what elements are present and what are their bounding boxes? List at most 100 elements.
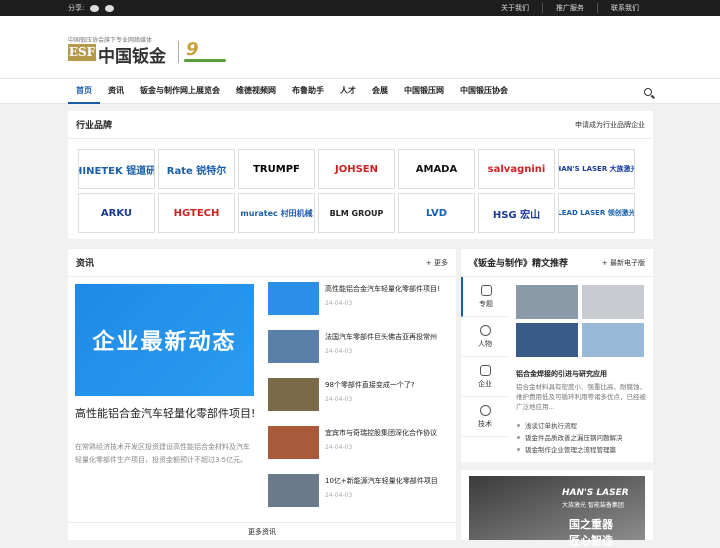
brands-apply-link[interactable]: 申请成为行业品牌企业 bbox=[575, 120, 645, 130]
list-item[interactable]: 98个零部件直接变成一个了? 24-04-03 bbox=[268, 378, 451, 426]
nav-talent[interactable]: 人才 bbox=[332, 78, 364, 104]
latest-edition-link[interactable]: + 最新电子版 bbox=[602, 258, 645, 268]
news-item-date: 24-04-03 bbox=[325, 348, 353, 355]
list-item[interactable]: 宜宾市与奇瑞控股集团深化合作协议 24-04-03 bbox=[268, 426, 451, 474]
brand-logo[interactable]: HAN'S LASER 大族激光 bbox=[558, 149, 635, 189]
list-item[interactable]: 钣金制作企业管理之流程管理篇 bbox=[516, 444, 623, 456]
nav-home[interactable]: 首页 bbox=[68, 78, 100, 104]
about-link[interactable]: 关于我们 bbox=[488, 3, 542, 13]
more-news-link[interactable]: 更多资讯 bbox=[68, 522, 456, 540]
news-item-date: 24-04-03 bbox=[325, 444, 353, 451]
brand-logo[interactable]: HSG 宏山 bbox=[478, 193, 555, 233]
news-thumbnail[interactable] bbox=[268, 378, 319, 411]
magazine-images bbox=[516, 285, 646, 357]
brand-logo[interactable]: SHINETEK 锃道研磨 bbox=[78, 149, 155, 189]
article-list: 浅谈订单执行流程 钣金件品质改善之漏压钢问题解决 钣金制作企业管理之流程管理篇 bbox=[516, 420, 623, 456]
person-icon bbox=[479, 324, 491, 336]
brand-logo[interactable]: HGTECH bbox=[158, 193, 235, 233]
news-thumbnail[interactable] bbox=[268, 426, 319, 459]
news-item-title[interactable]: 宜宾市与奇瑞控股集团深化合作协议 bbox=[325, 428, 437, 438]
wechat-icon[interactable] bbox=[90, 4, 100, 12]
ad-banner[interactable]: HAN'S LASER 大族激光 智能装备集团 国之重器 匠心智造 bbox=[461, 470, 653, 547]
nav-helper[interactable]: 布鲁助手 bbox=[284, 78, 332, 104]
nav-forging-net[interactable]: 中国锻压网 bbox=[396, 78, 452, 104]
tab-label: 专题 bbox=[479, 299, 493, 308]
ad-slogan-1: 国之重器 bbox=[569, 518, 613, 531]
brands-title: 行业品牌 bbox=[76, 121, 113, 131]
promo-link[interactable]: 推广服务 bbox=[542, 3, 597, 13]
nav-video[interactable]: 维德视频网 bbox=[228, 78, 284, 104]
thumbs-up-icon bbox=[479, 364, 491, 376]
brands-panel: 行业品牌 申请成为行业品牌企业 SHINETEK 锃道研磨 Rate 锐特尔 T… bbox=[68, 111, 653, 239]
nav-expo[interactable]: 钣金与制作网上展览会 bbox=[132, 78, 228, 104]
news-item-date: 24-04-03 bbox=[325, 492, 353, 499]
news-panel: 资讯 + 更多 企业最新动态 高性能铝合金汽车轻量化零部件项目! 在常熟经济技术… bbox=[68, 249, 456, 540]
magazine-header: 《钣金与制作》精文推荐 + 最新电子版 bbox=[461, 249, 653, 277]
bus-image[interactable] bbox=[582, 285, 644, 319]
news-list: 高性能铝合金汽车轻量化零部件项目! 24-04-03 法国汽车零部件巨头佛吉亚再投… bbox=[268, 282, 451, 522]
brand-logo[interactable]: TRUMPF bbox=[238, 149, 315, 189]
edit-icon bbox=[480, 284, 492, 296]
brand-logo[interactable]: muratec 村田机械 bbox=[238, 193, 315, 233]
news-item-title[interactable]: 10亿+新能源汽车轻量化零部件项目 bbox=[325, 476, 438, 486]
brand-logo[interactable]: AMADA bbox=[398, 149, 475, 189]
news-more-link[interactable]: + 更多 bbox=[426, 258, 448, 268]
featured-news-title[interactable]: 高性能铝合金汽车轻量化零部件项目! bbox=[75, 405, 255, 421]
list-item[interactable]: 钣金件品质改善之漏压钢问题解决 bbox=[516, 432, 623, 444]
magazine-tabs: 专题 人物 企业 技术 bbox=[461, 277, 509, 437]
tab-tech[interactable]: 技术 bbox=[461, 397, 509, 437]
brand-logo[interactable]: ARKU bbox=[78, 193, 155, 233]
contact-link[interactable]: 联系我们 bbox=[597, 3, 652, 13]
brand-logo[interactable]: JOHSEN bbox=[318, 149, 395, 189]
ad-image[interactable]: HAN'S LASER 大族激光 智能装备集团 国之重器 匠心智造 bbox=[469, 476, 645, 547]
news-item-title[interactable]: 法国汽车零部件巨头佛吉亚再投常州 bbox=[325, 332, 437, 342]
top-bar: 分享: 关于我们 推广服务 联系我们 bbox=[0, 0, 720, 16]
news-thumbnail[interactable] bbox=[268, 330, 319, 363]
brand-logo[interactable]: Rate 锐特尔 bbox=[158, 149, 235, 189]
anniversary-mark: 9 bbox=[186, 39, 199, 60]
ship-image[interactable] bbox=[516, 323, 578, 357]
tab-company[interactable]: 企业 bbox=[461, 357, 509, 397]
featured-news-image[interactable]: 企业最新动态 bbox=[75, 284, 254, 396]
tab-label: 人物 bbox=[478, 339, 492, 348]
logo-divider bbox=[178, 41, 179, 63]
list-item[interactable]: 高性能铝合金汽车轻量化零部件项目! 24-04-03 bbox=[268, 282, 451, 330]
site-logo[interactable]: 中国锻压协会旗下专业网络媒体 ESF 中国钣金 9 bbox=[68, 27, 238, 67]
nav-news[interactable]: 资讯 bbox=[100, 78, 132, 104]
tab-topic[interactable]: 专题 bbox=[461, 277, 509, 317]
nav-exhibition[interactable]: 会展 bbox=[364, 78, 396, 104]
news-thumbnail[interactable] bbox=[268, 474, 319, 507]
site-header: 中国锻压协会旗下专业网络媒体 ESF 中国钣金 9 bbox=[0, 16, 720, 78]
search-icon[interactable] bbox=[644, 88, 652, 96]
tab-label: 技术 bbox=[478, 419, 492, 428]
featured-news-desc: 在常熟经济技术开发区投资建设高性能铝合金材料及汽车轻量化零部件生产项目，投资金额… bbox=[75, 443, 250, 464]
brand-logo[interactable]: LVD bbox=[398, 193, 475, 233]
brand-logo[interactable]: BLM GROUP bbox=[318, 193, 395, 233]
share-label: 分享: bbox=[68, 4, 85, 12]
nav-forging-assoc[interactable]: 中国锻压协会 bbox=[452, 78, 516, 104]
tab-people[interactable]: 人物 bbox=[461, 317, 509, 357]
news-item-date: 24-04-03 bbox=[325, 300, 353, 307]
news-item-title[interactable]: 高性能铝合金汽车轻量化零部件项目! bbox=[325, 284, 440, 294]
list-item[interactable]: 10亿+新能源汽车轻量化零部件项目 24-04-03 bbox=[268, 474, 451, 522]
news-thumbnail[interactable] bbox=[268, 282, 319, 315]
list-item[interactable]: 法国汽车零部件巨头佛吉亚再投常州 24-04-03 bbox=[268, 330, 451, 378]
article-desc: 铝合金材料具有密度小、强重比高、耐腐蚀、维护费用低及可循环利用等诸多优点，已经被… bbox=[516, 383, 646, 411]
brand-grid: SHINETEK 锃道研磨 Rate 锐特尔 TRUMPF JOHSEN AMA… bbox=[68, 139, 653, 233]
brand-logo[interactable]: salvagnini bbox=[478, 149, 555, 189]
article-title[interactable]: 铝合金焊接的引进与研究应用 bbox=[516, 369, 607, 379]
weibo-icon[interactable] bbox=[105, 4, 115, 12]
list-item[interactable]: 浅谈订单执行流程 bbox=[516, 420, 623, 432]
train-image[interactable] bbox=[516, 285, 578, 319]
magazine-panel: 《钣金与制作》精文推荐 + 最新电子版 专题 人物 企业 技术 铝合金焊接的引进… bbox=[461, 249, 653, 462]
brand-logo[interactable]: LEAD LASER 领创激光 bbox=[558, 193, 635, 233]
news-item-title[interactable]: 98个零部件直接变成一个了? bbox=[325, 380, 415, 390]
plane-image[interactable] bbox=[582, 323, 644, 357]
anniversary-swoosh bbox=[184, 59, 226, 62]
magazine-title: 《钣金与制作》精文推荐 bbox=[469, 259, 569, 269]
esf-mark: ESF bbox=[68, 44, 96, 61]
news-header: 资讯 + 更多 bbox=[68, 249, 456, 277]
news-title: 资讯 bbox=[76, 259, 95, 269]
gears-icon bbox=[479, 404, 491, 416]
ad-slogan-2: 匠心智造 bbox=[569, 534, 613, 547]
